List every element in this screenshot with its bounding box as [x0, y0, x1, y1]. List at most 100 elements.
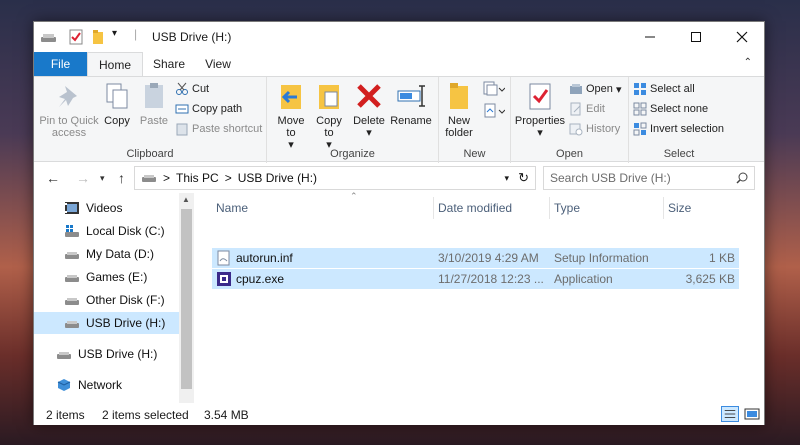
delete-button[interactable]: Delete ▾ — [351, 80, 387, 139]
column-header-date[interactable]: Date modified — [438, 201, 512, 215]
search-placeholder: Search USB Drive (H:) — [550, 171, 671, 185]
paste-shortcut-button[interactable]: Paste shortcut — [175, 120, 262, 138]
collapse-ribbon-icon[interactable]: ⌃ — [744, 57, 752, 68]
paste-button[interactable]: Paste — [136, 80, 172, 127]
address-bar[interactable]: > This PC > USB Drive (H:) ▾ ↻ — [134, 166, 536, 190]
tab-file[interactable]: File — [34, 52, 87, 76]
videos-icon — [65, 202, 79, 214]
properties-button[interactable]: Properties ▾ — [513, 80, 567, 139]
application-file-icon — [217, 272, 231, 286]
nav-item-usb-drive-h[interactable]: USB Drive (H:) — [34, 312, 179, 334]
open-button[interactable]: Open ▾ — [569, 80, 622, 98]
maximize-button[interactable] — [673, 22, 719, 52]
customize-toolbar-icon[interactable]: ▾ — [112, 28, 117, 44]
minimize-button[interactable] — [627, 22, 673, 52]
usb-drive-icon — [57, 352, 71, 359]
breadcrumb-this-pc[interactable]: This PC — [176, 171, 219, 185]
close-button[interactable] — [719, 22, 765, 52]
minimize-icon — [645, 36, 655, 38]
drive-icon — [65, 298, 79, 305]
column-divider[interactable] — [663, 197, 664, 219]
invert-selection-icon — [633, 122, 647, 136]
details-view-icon[interactable] — [721, 406, 739, 422]
close-icon — [736, 31, 748, 43]
copy-path-button[interactable]: Copy path — [175, 100, 242, 118]
pin-quick-access-button[interactable]: Pin to Quick access — [38, 80, 100, 139]
drive-icon — [41, 34, 56, 42]
file-type: Setup Information — [554, 251, 649, 265]
nav-item-videos[interactable]: Videos — [34, 197, 179, 219]
navigation-scrollbar[interactable]: ▲ — [179, 193, 194, 403]
copy-icon — [106, 83, 128, 109]
address-row: ← → ▾ ↑ > This PC > USB Drive (H:) ▾ ↻ S… — [34, 163, 764, 193]
open-group: Properties ▾ Open ▾ Edit History Open — [511, 77, 629, 163]
tab-home[interactable]: Home — [87, 52, 143, 76]
address-history-icon[interactable]: ▾ — [504, 173, 509, 184]
copy-to-icon — [319, 85, 339, 109]
column-divider[interactable] — [549, 197, 550, 219]
column-header-type[interactable]: Type — [554, 201, 580, 215]
properties-quick-icon[interactable] — [68, 29, 84, 45]
select-label: Select — [663, 148, 695, 160]
forward-icon[interactable]: → — [76, 170, 90, 186]
file-date: 3/10/2019 4:29 AM — [438, 251, 539, 265]
scroll-up-icon[interactable]: ▲ — [182, 195, 190, 204]
nav-item-other-disk-f[interactable]: Other Disk (F:) — [34, 289, 179, 311]
tab-view[interactable]: View — [195, 52, 241, 76]
pin-icon — [59, 86, 77, 107]
nav-item-games-e[interactable]: Games (E:) — [34, 266, 179, 288]
edit-button[interactable]: Edit — [569, 100, 605, 118]
tab-share[interactable]: Share — [143, 52, 195, 76]
large-icons-view-icon[interactable] — [743, 406, 761, 422]
clipboard-group: Pin to Quick access Copy Paste Cut Copy … — [34, 77, 267, 163]
nav-item-my-data-d[interactable]: My Data (D:) — [34, 243, 179, 265]
column-header-name[interactable]: Name — [216, 201, 248, 215]
select-all-button[interactable]: Select all — [633, 80, 695, 98]
history-icon — [569, 123, 583, 136]
recent-locations-icon[interactable]: ▾ — [100, 173, 105, 184]
table-row[interactable]: cpuz.exe 11/27/2018 12:23 ... Applicatio… — [212, 269, 739, 289]
file-name: cpuz.exe — [236, 272, 285, 286]
invert-selection-button[interactable]: Invert selection — [633, 120, 724, 138]
select-none-icon — [633, 102, 647, 116]
maximize-icon — [691, 32, 701, 42]
new-folder-button[interactable]: New folder — [441, 80, 477, 139]
new-item-icon[interactable] — [483, 81, 505, 97]
rename-icon — [397, 85, 425, 107]
file-list: ⌃ Name Date modified Type Size autorun.i… — [212, 191, 764, 400]
paste-shortcut-icon — [176, 123, 188, 136]
nav-item-local-disk-c[interactable]: Local Disk (C:) — [34, 220, 179, 242]
refresh-icon[interactable]: ↻ — [518, 170, 529, 186]
nav-item-network[interactable]: Network — [34, 374, 179, 396]
sort-indicator-icon: ⌃ — [350, 191, 358, 201]
file-date: 11/27/2018 12:23 ... — [438, 272, 544, 286]
cut-button[interactable]: Cut — [175, 80, 209, 98]
selected-count: 2 items selected — [102, 408, 189, 422]
rename-button[interactable]: Rename — [389, 80, 433, 127]
up-icon[interactable]: ↑ — [118, 170, 125, 186]
file-size: 1 KB — [708, 251, 735, 265]
copy-to-button[interactable]: Copy to ▾ — [311, 80, 347, 151]
select-all-icon — [634, 83, 646, 95]
select-none-button[interactable]: Select none — [633, 100, 708, 118]
nav-item-usb-drive-h-root[interactable]: USB Drive (H:) — [34, 343, 179, 365]
ribbon-tabs: File Home Share View — [34, 52, 764, 76]
easy-access-icon[interactable] — [483, 103, 505, 119]
column-divider[interactable] — [433, 197, 434, 219]
navigation-pane: Videos Local Disk (C:) My Data (D:) Game… — [34, 193, 194, 403]
scrollbar-thumb[interactable] — [181, 209, 192, 389]
move-to-button[interactable]: Move to ▾ — [273, 80, 309, 151]
scissors-icon — [176, 82, 188, 95]
new-folder-quick-icon[interactable] — [90, 29, 106, 45]
history-button[interactable]: History — [569, 120, 620, 138]
copy-button[interactable]: Copy — [100, 80, 134, 127]
title-divider: | — [134, 27, 138, 41]
new-folder-icon — [450, 83, 468, 109]
breadcrumb-separator[interactable]: > — [163, 171, 170, 185]
table-row[interactable]: autorun.inf 3/10/2019 4:29 AM Setup Info… — [212, 248, 739, 268]
column-header-size[interactable]: Size — [668, 201, 691, 215]
breadcrumb-separator[interactable]: > — [225, 171, 232, 185]
back-icon[interactable]: ← — [46, 170, 60, 186]
breadcrumb-usb-drive[interactable]: USB Drive (H:) — [238, 171, 317, 185]
search-input[interactable]: Search USB Drive (H:) — [543, 166, 755, 190]
